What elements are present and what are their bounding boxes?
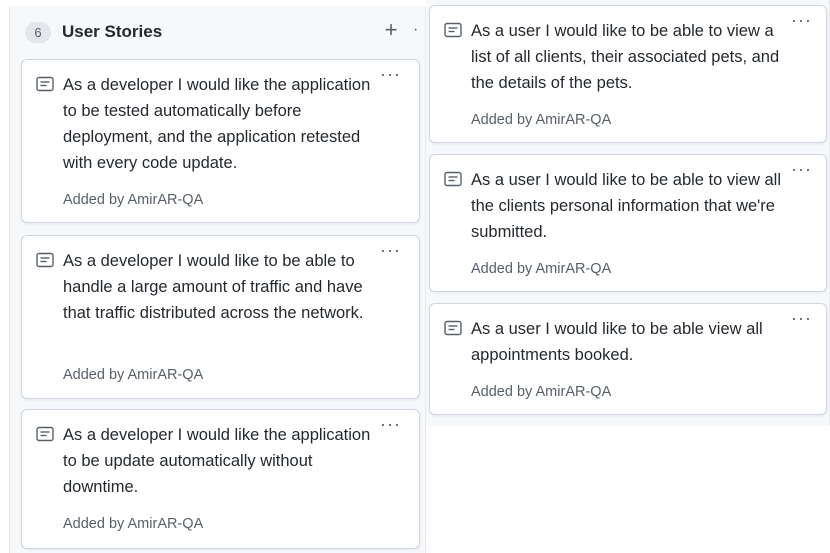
card-menu-button[interactable]: ··· (380, 64, 401, 85)
card-title[interactable]: As a developer I would like to be able t… (63, 248, 377, 326)
add-item-button[interactable]: + (380, 18, 402, 42)
added-by-prefix: Added by (63, 516, 125, 532)
card-menu-button[interactable]: ··· (791, 159, 812, 180)
added-by-user: AmirAR-QA (127, 516, 204, 532)
card-meta: Added by AmirAR-QA (471, 384, 611, 400)
card-title[interactable]: As a user I would like to be able to vie… (471, 18, 784, 96)
note-icon (36, 76, 54, 92)
card-menu-button[interactable]: ··· (791, 10, 812, 31)
card-title[interactable]: As a user I would like to be able view a… (471, 316, 784, 368)
card-meta: Added by AmirAR-QA (471, 261, 611, 277)
card-meta: Added by AmirAR-QA (63, 367, 203, 383)
added-by-user: AmirAR-QA (127, 192, 204, 208)
card-menu-button[interactable]: ··· (791, 308, 812, 329)
card-menu-button[interactable]: ··· (380, 240, 401, 261)
note-icon (444, 22, 462, 38)
added-by-prefix: Added by (471, 112, 533, 128)
note-icon (444, 171, 462, 187)
added-by-user: AmirAR-QA (535, 384, 612, 400)
card-menu-button[interactable]: ··· (380, 414, 401, 435)
added-by-user: AmirAR-QA (535, 112, 612, 128)
column-header: 6 User Stories + · (10, 6, 425, 58)
added-by-prefix: Added by (471, 261, 533, 277)
column-user-stories: 6 User Stories + · As a developer I woul… (9, 6, 426, 553)
column-title: User Stories (62, 22, 163, 41)
card-title[interactable]: As a developer I would like the applicat… (63, 422, 377, 500)
note-icon (444, 320, 462, 336)
card-meta: Added by AmirAR-QA (471, 112, 611, 128)
note-icon (36, 426, 54, 442)
card-item[interactable]: As a user I would like to be able to vie… (429, 5, 827, 143)
added-by-user: AmirAR-QA (535, 261, 612, 277)
card-meta: Added by AmirAR-QA (63, 516, 203, 532)
column-user-stories-continued: As a user I would like to be able to vie… (426, 0, 830, 426)
added-by-prefix: Added by (63, 367, 125, 383)
note-icon (36, 252, 54, 268)
added-by-user: AmirAR-QA (127, 367, 204, 383)
card-item[interactable]: As a user I would like to be able view a… (429, 303, 827, 415)
added-by-prefix: Added by (63, 192, 125, 208)
item-count-badge: 6 (25, 22, 51, 43)
card-meta: Added by AmirAR-QA (63, 192, 203, 208)
card-item[interactable]: As a developer I would like the applicat… (21, 59, 420, 223)
added-by-prefix: Added by (471, 384, 533, 400)
card-item[interactable]: As a developer I would like to be able t… (21, 235, 420, 399)
column-menu-button[interactable]: · (413, 18, 423, 42)
card-item[interactable]: As a developer I would like the applicat… (21, 409, 420, 549)
card-item[interactable]: As a user I would like to be able to vie… (429, 154, 827, 292)
card-title[interactable]: As a developer I would like the applicat… (63, 72, 377, 176)
card-title[interactable]: As a user I would like to be able to vie… (471, 167, 784, 245)
